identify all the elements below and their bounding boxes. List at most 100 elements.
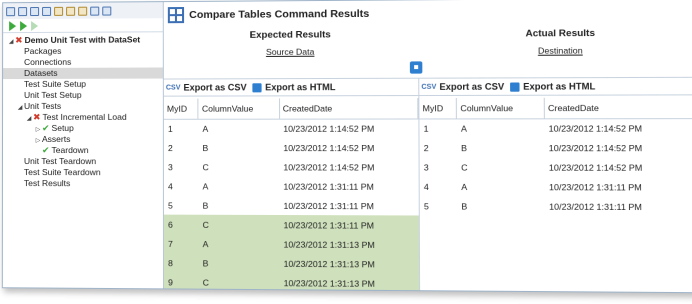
save-icon[interactable] bbox=[30, 7, 39, 16]
tree-item-label: Test Suite Setup bbox=[24, 79, 86, 89]
export-html-label: Export as HTML bbox=[523, 81, 595, 91]
cell-value: C bbox=[457, 157, 545, 177]
cell-date: 10/23/2012 1:31:11 PM bbox=[545, 196, 692, 216]
tree-item[interactable]: ✔ Teardown bbox=[3, 145, 163, 156]
tree-item[interactable]: Test Suite Setup bbox=[3, 79, 163, 91]
check-icon: ✔ bbox=[42, 123, 50, 133]
table-row[interactable]: 2 B 10/23/2012 1:14:52 PM bbox=[164, 138, 418, 157]
table-row[interactable]: 4 A 10/23/2012 1:31:11 PM bbox=[420, 177, 692, 197]
x-mark-icon: ✖ bbox=[33, 112, 41, 122]
actual-export-csv-button[interactable]: CSV Export as CSV bbox=[421, 82, 504, 92]
cell-id: 1 bbox=[164, 119, 198, 138]
tree-item[interactable]: Unit Test Teardown bbox=[3, 156, 163, 167]
tree-item[interactable]: Packages bbox=[3, 45, 163, 57]
tree-item[interactable]: Datasets bbox=[3, 67, 163, 79]
test-tree: ◢ ✖ Demo Unit Test with DataSet Packages Con… bbox=[3, 32, 163, 189]
cell-value: B bbox=[198, 196, 279, 215]
dataset-icon[interactable] bbox=[90, 6, 99, 15]
cell-date: 10/23/2012 1:31:13 PM bbox=[279, 234, 418, 254]
table-row[interactable]: 7 A 10/23/2012 1:31:13 PM bbox=[164, 234, 418, 255]
open-icon[interactable] bbox=[18, 7, 27, 16]
cell-date: 10/23/2012 1:31:11 PM bbox=[545, 177, 692, 197]
table-row[interactable]: 3 C 10/23/2012 1:14:52 PM bbox=[420, 157, 692, 177]
check-icon: ✔ bbox=[42, 145, 50, 155]
html-export-icon bbox=[511, 82, 520, 91]
cell-id: 5 bbox=[164, 195, 199, 214]
add-test-icon[interactable] bbox=[54, 6, 63, 15]
x-mark-icon: ✖ bbox=[15, 35, 23, 45]
actual-export-html-button[interactable]: Export as HTML bbox=[511, 81, 596, 91]
cell-id: 9 bbox=[164, 272, 199, 291]
table-row[interactable]: 8 B 10/23/2012 1:31:13 PM bbox=[164, 253, 418, 274]
cell-date: 10/23/2012 1:14:52 PM bbox=[279, 157, 418, 176]
run-toolbar bbox=[3, 18, 163, 33]
cell-id: 6 bbox=[164, 215, 199, 234]
table-row[interactable]: 6 C 10/23/2012 1:31:11 PM bbox=[164, 215, 418, 235]
cell-id: 4 bbox=[420, 177, 457, 197]
column-header[interactable]: MyID bbox=[164, 99, 198, 119]
cell-id: 4 bbox=[164, 176, 199, 195]
tree-item-label: Test Incremental Load bbox=[43, 112, 127, 122]
export-html-label: Export as HTML bbox=[265, 82, 335, 92]
tree-item[interactable]: ◢ Unit Tests bbox=[3, 101, 163, 112]
table-row[interactable]: 1 A 10/23/2012 1:14:52 PM bbox=[164, 118, 418, 137]
cell-value: A bbox=[198, 176, 279, 195]
table-row[interactable]: 5 B 10/23/2012 1:31:11 PM bbox=[420, 196, 692, 216]
table-row[interactable]: 4 A 10/23/2012 1:31:11 PM bbox=[164, 176, 418, 196]
cell-value: A bbox=[198, 119, 279, 138]
save-all-icon[interactable] bbox=[42, 6, 51, 15]
cell-id: 3 bbox=[420, 157, 457, 176]
column-header[interactable]: CreatedDate bbox=[544, 97, 692, 118]
tree-item[interactable]: Test Results bbox=[3, 178, 163, 189]
expected-export-html-button[interactable]: Export as HTML bbox=[253, 82, 336, 92]
app-window: ◢ ✖ Demo Unit Test with DataSet Packages Con… bbox=[2, 0, 692, 293]
column-header[interactable]: MyID bbox=[419, 98, 456, 118]
source-data-link[interactable]: Source Data bbox=[164, 46, 418, 57]
destination-link[interactable]: Destination bbox=[426, 45, 692, 56]
tree-item[interactable]: ▷ ✔ Setup bbox=[3, 123, 163, 134]
cell-date: 10/23/2012 1:31:13 PM bbox=[279, 254, 418, 274]
cell-value: A bbox=[198, 234, 279, 254]
tree-item[interactable]: Connections bbox=[3, 56, 163, 68]
table-row[interactable]: 5 B 10/23/2012 1:31:11 PM bbox=[164, 195, 418, 215]
tree-item-label: Unit Test Setup bbox=[24, 90, 82, 100]
tree-item[interactable]: Unit Test Setup bbox=[3, 90, 163, 101]
cell-date: 10/23/2012 1:14:52 PM bbox=[544, 118, 692, 138]
cell-date: 10/23/2012 1:31:11 PM bbox=[279, 215, 418, 235]
add-assert-icon[interactable] bbox=[66, 6, 75, 15]
cell-id: 1 bbox=[419, 118, 456, 137]
cell-date: 10/23/2012 1:14:52 PM bbox=[279, 138, 418, 157]
cell-date: 10/23/2012 1:14:52 PM bbox=[545, 157, 692, 177]
table-header-row: MyID ColumnValue CreatedDate bbox=[419, 97, 692, 118]
run-selected-icon[interactable] bbox=[20, 21, 27, 31]
expected-export-bar: CSV Export as CSV Export as HTML bbox=[164, 78, 418, 97]
cell-value: C bbox=[199, 272, 280, 292]
column-header[interactable]: ColumnValue bbox=[457, 98, 545, 119]
run-icon[interactable] bbox=[9, 21, 16, 31]
column-header[interactable]: ColumnValue bbox=[198, 98, 279, 118]
column-header[interactable]: CreatedDate bbox=[279, 98, 418, 119]
actual-header: Actual Results Destination bbox=[426, 27, 692, 56]
table-row[interactable]: 2 B 10/23/2012 1:14:52 PM bbox=[420, 138, 692, 158]
cell-id: 7 bbox=[164, 234, 199, 253]
cell-value: B bbox=[457, 138, 545, 158]
run-disabled-icon[interactable] bbox=[31, 20, 38, 30]
tree-item[interactable]: ◢ ✖ Demo Unit Test with DataSet bbox=[3, 34, 163, 46]
table-row[interactable]: 9 C 10/23/2012 1:31:13 PM bbox=[164, 272, 419, 293]
compare-results-pane: Compare Tables Command Results Expected … bbox=[164, 0, 692, 292]
expected-export-csv-button[interactable]: CSV Export as CSV bbox=[166, 82, 247, 92]
cell-id: 8 bbox=[164, 253, 199, 272]
cell-value: C bbox=[198, 215, 279, 235]
tree-item[interactable]: ◢ ✖ Test Incremental Load bbox=[3, 112, 163, 123]
add-command-icon[interactable] bbox=[78, 6, 87, 15]
new-icon[interactable] bbox=[6, 7, 15, 16]
tree-item[interactable]: Test Suite Teardown bbox=[3, 167, 163, 178]
lock-icon[interactable]: ■ bbox=[410, 61, 423, 73]
table-row[interactable]: 1 A 10/23/2012 1:14:52 PM bbox=[419, 118, 692, 138]
tree-item-label: Teardown bbox=[52, 145, 89, 155]
options-icon[interactable] bbox=[102, 6, 111, 15]
table-row[interactable]: 3 C 10/23/2012 1:14:52 PM bbox=[164, 157, 418, 177]
tree-item[interactable]: ▷ Asserts bbox=[3, 134, 163, 145]
cell-id: 2 bbox=[420, 138, 457, 157]
expected-header: Expected Results Source Data bbox=[164, 29, 418, 58]
